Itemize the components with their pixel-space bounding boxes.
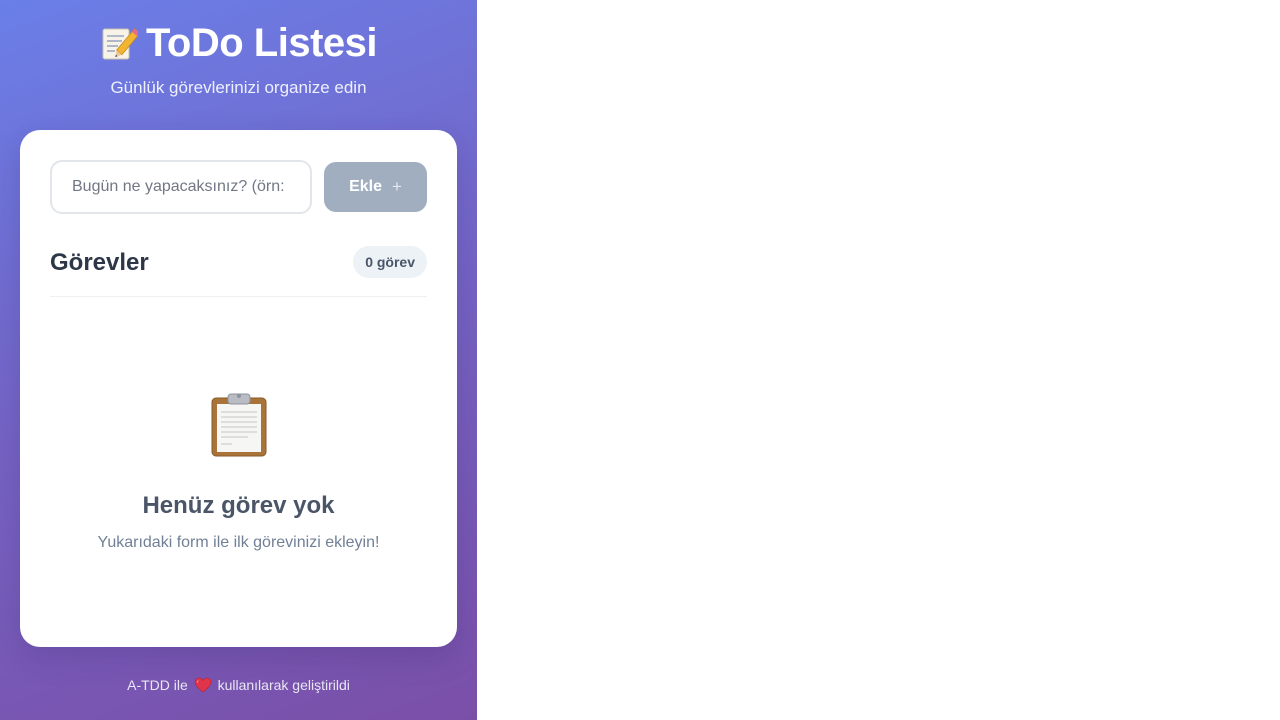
- app-title: ToDo Listesi: [145, 20, 378, 65]
- add-button-label: Ekle: [349, 178, 382, 195]
- heart-icon: [194, 677, 211, 693]
- todo-card: Ekle + Görevler 0 görev Henüz gö: [20, 130, 457, 647]
- blank-area: [477, 0, 1280, 720]
- task-count-badge: 0 görev: [353, 246, 427, 278]
- memo-icon: [102, 28, 138, 60]
- title-row: ToDo Listesi: [0, 18, 477, 68]
- footer-text-before: A-TDD ile: [127, 677, 188, 693]
- tasks-header: Görevler 0 görev: [50, 246, 427, 297]
- plus-icon: +: [391, 177, 402, 196]
- empty-state: Henüz görev yok Yukarıdaki form ile ilk …: [20, 392, 457, 552]
- add-button[interactable]: Ekle +: [324, 162, 427, 212]
- empty-state-title: Henüz görev yok: [142, 492, 335, 519]
- footer-text-after: kullanılarak geliştirildi: [217, 677, 350, 693]
- footer: A-TDD ile kullanılarak geliştirildi: [0, 677, 477, 693]
- app-subtitle: Günlük görevlerinizi organize edin: [110, 78, 367, 97]
- app-header: ToDo Listesi Günlük görevlerinizi organi…: [0, 18, 477, 98]
- clipboard-icon: [211, 393, 266, 457]
- add-task-form: Ekle +: [50, 160, 427, 214]
- empty-state-text: Yukarıdaki form ile ilk görevinizi ekley…: [97, 534, 380, 551]
- app-panel: ToDo Listesi Günlük görevlerinizi organi…: [0, 0, 477, 720]
- task-input[interactable]: [50, 160, 312, 214]
- tasks-title: Görevler: [50, 249, 149, 276]
